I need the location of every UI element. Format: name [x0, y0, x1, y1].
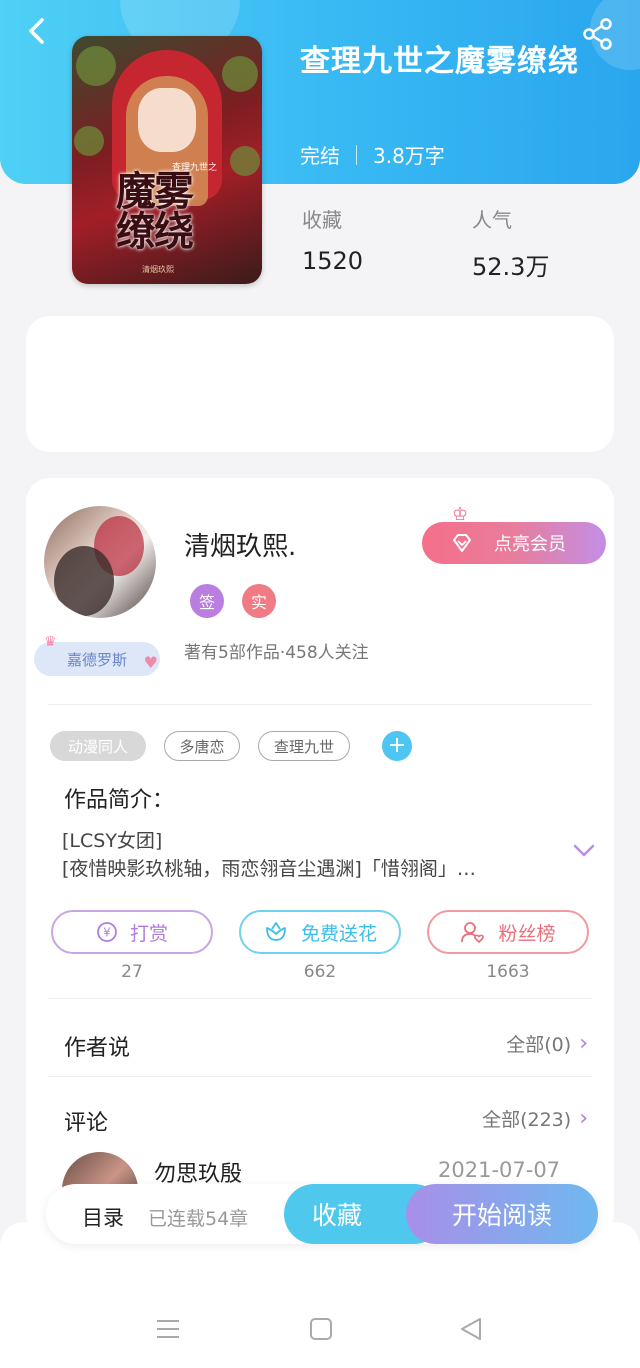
vip-button-label: 点亮会员 — [494, 534, 566, 555]
vip-button[interactable]: ♔ 点亮会员 — [422, 504, 606, 564]
author-says-title: 作者说 — [64, 1036, 131, 1061]
chevron-right-icon: › — [579, 1106, 588, 1131]
back-nav-button[interactable] — [458, 1316, 484, 1342]
home-nav-button[interactable] — [308, 1316, 334, 1342]
signed-badge: 签 — [190, 584, 224, 618]
author-stats: 著有5部作品·458人关注 — [184, 643, 369, 663]
blank-card — [26, 316, 614, 452]
fan-count: 1663 — [486, 962, 530, 982]
flower-icon — [266, 922, 286, 941]
intro-text-line: [LCSY女团] — [62, 830, 163, 852]
chevron-down-icon — [573, 844, 595, 857]
plus-icon: + — [387, 733, 407, 758]
expand-intro-button[interactable] — [572, 842, 596, 860]
crown-icon: ♛ — [44, 634, 57, 650]
fan-ranking-label: 粉丝榜 — [498, 922, 556, 945]
divider — [48, 998, 592, 999]
intro-title: 作品简介： — [64, 788, 175, 813]
tag-item[interactable]: 查理九世 — [258, 731, 350, 761]
flower-count: 662 — [303, 962, 337, 982]
menu-nav-button[interactable] — [155, 1316, 181, 1342]
reward-count: 27 — [121, 962, 143, 982]
reward-button[interactable]: ¥ 打赏 — [51, 910, 213, 954]
comment-date: 2021-07-07 — [438, 1158, 561, 1182]
reward-label: 打赏 — [129, 922, 168, 945]
comments-more-label: 全部(223) — [482, 1109, 572, 1131]
catalog-button[interactable]: 目录 — [82, 1202, 124, 1232]
author-avatar[interactable] — [44, 506, 156, 618]
stat-value: 52.3万 — [472, 253, 550, 281]
tag-item[interactable]: 动漫同人 — [50, 731, 146, 761]
cover-author: 清烟玖熙 — [142, 265, 174, 274]
book-status: 完结 — [300, 144, 340, 168]
back-button[interactable] — [22, 14, 54, 48]
stat-label: 人气 — [472, 208, 512, 232]
fan-ranking-button[interactable]: 粉丝榜 — [427, 910, 589, 954]
author-says-more-label: 全部(0) — [506, 1034, 572, 1056]
author-name[interactable]: 清烟玖熙. — [184, 526, 296, 563]
stat-label: 收藏 — [302, 208, 342, 232]
meta-divider — [356, 144, 357, 165]
stat-value: 1520 — [302, 247, 364, 275]
fan-badge[interactable]: ♛ 嘉德罗斯 ♥ — [34, 634, 160, 676]
diamond-icon — [453, 534, 471, 552]
chapter-count: 已连载54章 — [148, 1208, 249, 1230]
cover-illustration-face — [138, 88, 196, 152]
add-tag-button[interactable]: + — [382, 731, 412, 761]
verified-badge: 实 — [242, 584, 276, 618]
square-icon — [310, 1318, 332, 1340]
send-flower-label: 免费送花 — [300, 922, 377, 945]
comments-title: 评论 — [64, 1111, 109, 1136]
svg-text:¥: ¥ — [103, 926, 111, 940]
book-cover[interactable]: 查理九世之 魔雾缭绕 清烟玖熙 — [72, 36, 262, 284]
stat-popularity: 人气 52.3万 — [472, 204, 549, 282]
menu-icon — [157, 1320, 179, 1338]
stat-favorites: 收藏 1520 — [302, 204, 363, 275]
intro-text-line: [夜惜映影玖桃轴，雨恋翎音尘遇渊]「惜翎阁」… — [62, 858, 476, 880]
divider — [48, 1076, 592, 1077]
book-meta: 完结 3.8万字 — [300, 140, 445, 169]
divider — [48, 704, 592, 705]
crown-icon: ♔ — [452, 504, 469, 525]
start-reading-button[interactable]: 开始阅读 — [406, 1184, 598, 1244]
heart-icon: ♥ — [143, 653, 158, 672]
author-says-more-link[interactable]: 全部(0) › — [506, 1030, 588, 1057]
chevron-left-icon — [29, 18, 44, 44]
yen-icon: ¥ — [97, 922, 117, 942]
person-heart-icon — [461, 922, 485, 943]
tag-item[interactable]: 多唐恋 — [164, 731, 240, 761]
cover-title: 魔雾缭绕 — [116, 168, 194, 255]
comments-more-link[interactable]: 全部(223) › — [482, 1105, 588, 1132]
chevron-right-icon: › — [579, 1031, 588, 1056]
send-flower-button[interactable]: 免费送花 — [239, 910, 401, 954]
triangle-back-icon — [461, 1318, 481, 1340]
book-title: 查理九世之魔雾缭绕 — [300, 44, 579, 79]
fan-badge-label: 嘉德罗斯 — [66, 650, 127, 669]
book-word-count: 3.8万字 — [373, 144, 445, 168]
